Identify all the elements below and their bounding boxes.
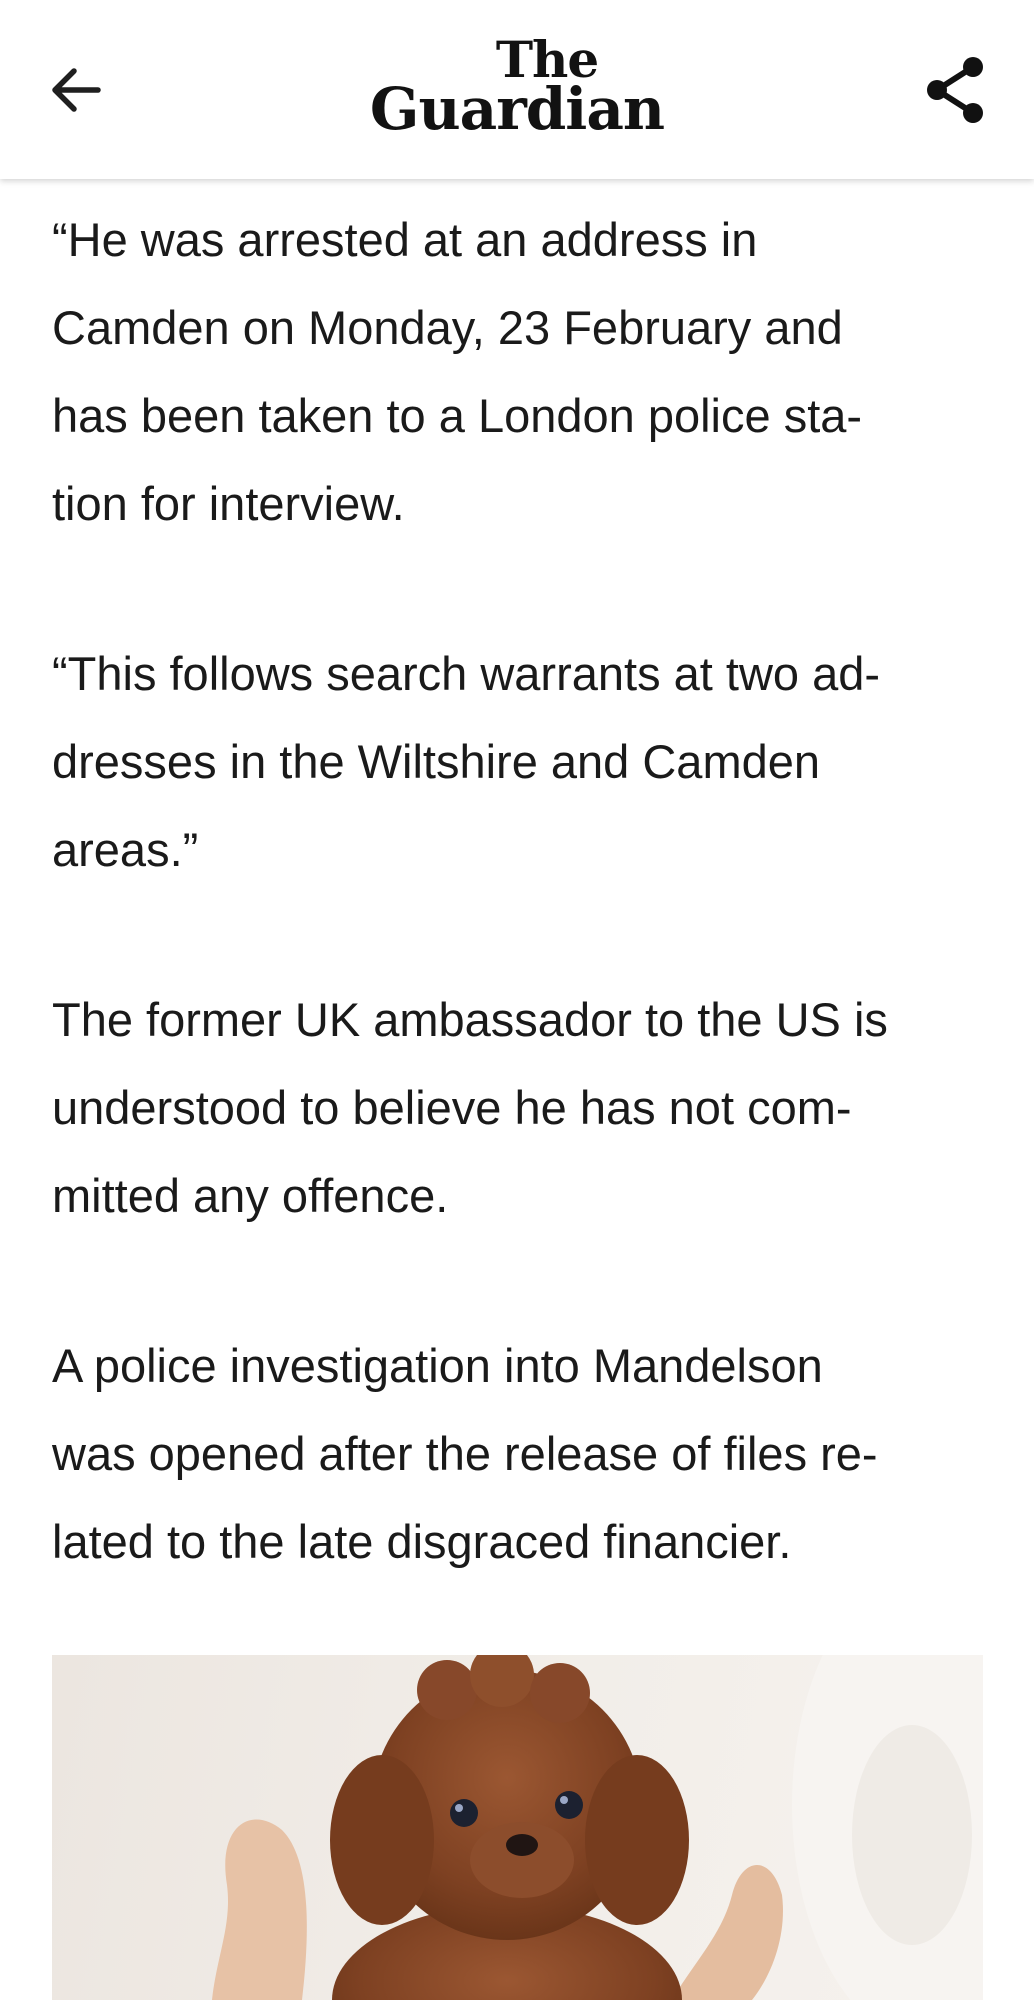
article-image[interactable] (52, 1655, 983, 2000)
article-screen: The Guardian “He was arrested at an addr… (0, 0, 1034, 2000)
article-paragraph: “This follows search warrants at two ad-… (52, 647, 881, 876)
share-icon (927, 57, 983, 123)
guardian-logo: The Guardian (355, 35, 679, 146)
article-paragraph: “He was arrested at an address in Camden… (52, 213, 863, 530)
top-app-bar: The Guardian (0, 0, 1034, 179)
article-paragraph: A police investigation into Mandelson wa… (52, 1339, 878, 1568)
share-button[interactable] (914, 45, 998, 135)
arrow-left-icon (52, 68, 101, 112)
puppy-photo (212, 1655, 983, 2000)
back-button[interactable] (36, 45, 116, 135)
article-paragraph: The former UK ambassador to the US is un… (52, 993, 888, 1222)
article-body: “He was arrested at an address in Camden… (52, 196, 992, 1668)
logo-line-guardian: Guardian (369, 75, 665, 143)
